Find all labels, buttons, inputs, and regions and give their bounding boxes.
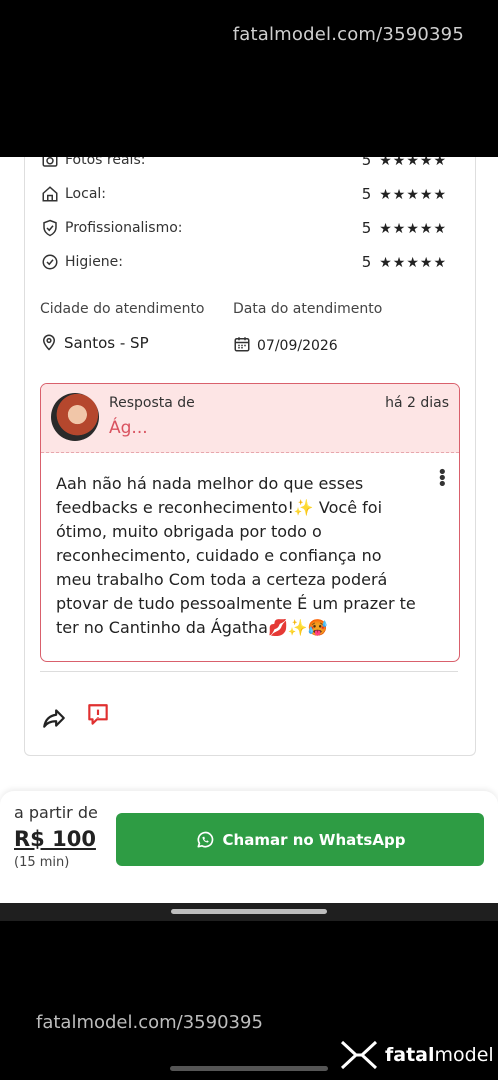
watermark-top: fatalmodel.com/3590395 bbox=[232, 24, 464, 45]
divider bbox=[40, 671, 458, 672]
whatsapp-icon bbox=[197, 831, 213, 847]
reply-from-label: Resposta de bbox=[109, 395, 195, 411]
price-from-label: a partir de bbox=[14, 803, 98, 822]
rating-label: Higiene: bbox=[65, 254, 124, 270]
gesture-handle[interactable] bbox=[171, 909, 327, 914]
rating-label: Fotos reais: bbox=[65, 157, 146, 168]
bottom-action-bar: a partir de R$ 100 (15 min) Chamar no Wh… bbox=[0, 791, 498, 903]
share-icon[interactable] bbox=[41, 705, 67, 731]
logo-suffix: model bbox=[434, 1044, 494, 1066]
rating-label: Local: bbox=[65, 186, 107, 202]
rating-row-higiene: Higiene: 5 ★★★★★ bbox=[41, 253, 461, 275]
shield-check-icon bbox=[43, 219, 57, 237]
review-card: Fotos reais: 5 ★★★★★ Local: 5 ★★★★★ Profis… bbox=[24, 157, 476, 756]
whatsapp-label: Chamar no WhatsApp bbox=[222, 830, 406, 849]
price-duration: (15 min) bbox=[14, 855, 70, 870]
date-label: Data do atendimento bbox=[233, 301, 383, 317]
rating-row-local: Local: 5 ★★★★★ bbox=[41, 185, 461, 207]
rating-stars: ★★★★★ bbox=[379, 187, 447, 203]
reply-header: Resposta de Ág... há 2 dias bbox=[41, 384, 459, 453]
home-indicator bbox=[170, 1066, 328, 1071]
rating-score: 5 bbox=[361, 185, 372, 203]
review-screen: Fotos reais: 5 ★★★★★ Local: 5 ★★★★★ Profis… bbox=[0, 157, 498, 903]
rating-stars: ★★★★★ bbox=[379, 221, 447, 237]
rating-label: Profissionalismo: bbox=[65, 220, 183, 236]
check-circle-icon bbox=[42, 254, 58, 270]
report-icon[interactable] bbox=[85, 702, 111, 728]
rating-stars: ★★★★★ bbox=[379, 157, 447, 169]
reply-author-name[interactable]: Ág... bbox=[109, 418, 148, 438]
avatar[interactable] bbox=[51, 393, 99, 441]
fatalmodel-logo: fatalmodel bbox=[339, 1038, 494, 1072]
rating-score: 5 bbox=[361, 253, 372, 271]
owner-reply: Resposta de Ág... há 2 dias • • • Aah não … bbox=[40, 383, 460, 662]
date-value: 07/09/2026 bbox=[233, 335, 338, 354]
reply-time: há 2 dias bbox=[385, 395, 449, 411]
rating-score: 5 bbox=[361, 157, 372, 169]
rating-score: 5 bbox=[361, 219, 372, 237]
more-options-icon[interactable]: • • • bbox=[437, 464, 448, 494]
whatsapp-button[interactable]: Chamar no WhatsApp bbox=[116, 813, 484, 866]
date-text: 07/09/2026 bbox=[257, 338, 338, 354]
brand-logo-icon bbox=[340, 1040, 378, 1070]
reply-text: Aah não há nada melhor do que esses feed… bbox=[56, 474, 416, 637]
calendar-icon bbox=[234, 337, 250, 352]
city-value: Santos - SP bbox=[40, 333, 149, 352]
logo-prefix: fatal bbox=[385, 1044, 435, 1066]
price-value[interactable]: R$ 100 bbox=[14, 827, 96, 851]
city-label: Cidade do atendimento bbox=[40, 301, 205, 317]
location-pin-icon bbox=[42, 334, 56, 351]
city-text: Santos - SP bbox=[64, 334, 149, 352]
rating-stars: ★★★★★ bbox=[379, 255, 447, 271]
rating-row-profissionalismo: Profissionalismo: 5 ★★★★★ bbox=[41, 219, 461, 241]
watermark-bottom: fatalmodel.com/3590395 bbox=[36, 1012, 263, 1033]
camera-icon bbox=[42, 157, 58, 167]
rating-row-fotos: Fotos reais: 5 ★★★★★ bbox=[41, 157, 461, 173]
system-nav-bar bbox=[0, 903, 498, 921]
home-icon bbox=[42, 186, 58, 202]
